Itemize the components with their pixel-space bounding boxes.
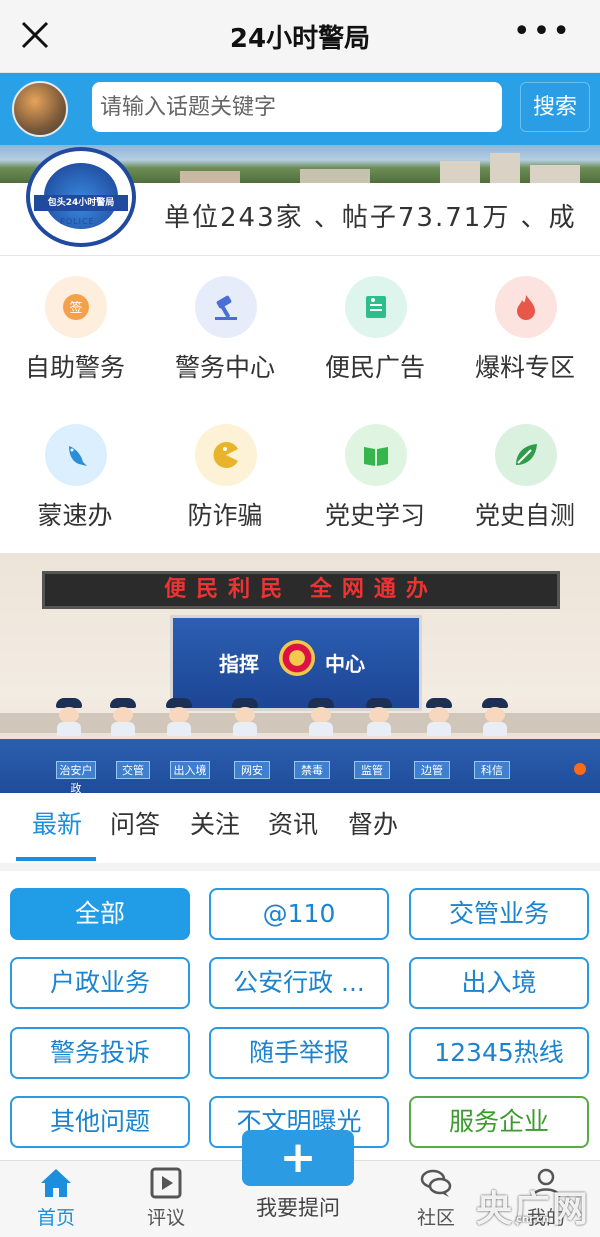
logo-sub: POLICE (60, 217, 95, 226)
sign-badge-icon: 签 (45, 276, 107, 338)
command-center-banner[interactable]: 便民利民 全网通办 指挥 中心 治安户政 交管 出入境 网安 禁毒 监管 边管 … (0, 553, 600, 793)
service-row-1: 签 自助警务 警务中心 便民广告 爆料专区 (0, 276, 600, 396)
officer-figure (424, 698, 454, 738)
title-bar: 24小时警局 ••• (0, 0, 600, 73)
active-tab-indicator (16, 857, 96, 861)
desk-tag: 网安 (234, 761, 270, 779)
desk-tag: 禁毒 (294, 761, 330, 779)
service-police-center[interactable]: 警务中心 (150, 276, 300, 396)
officer-figure (164, 698, 194, 738)
desk-tag: 交管 (116, 761, 150, 779)
stats-banner: 包头24小时警局 POLICE 单位243家 、帖子73.71万 、成 (0, 145, 600, 256)
category-entry-exit[interactable]: 出入境 (409, 957, 589, 1009)
service-label: 蒙速办 (37, 501, 113, 530)
officer-figure (306, 698, 336, 738)
divider (0, 863, 600, 871)
notice-board-icon (345, 276, 407, 338)
service-convenience-ads[interactable]: 便民广告 (300, 276, 450, 396)
tab-supervise[interactable]: 督办 (348, 805, 398, 841)
nav-review[interactable]: 评议 (126, 1161, 206, 1237)
service-label: 警务中心 (174, 353, 275, 382)
pacman-icon (195, 424, 257, 486)
officer-figure (108, 698, 138, 738)
service-tip-off[interactable]: 爆料专区 (450, 276, 600, 396)
category-enterprise[interactable]: 服务企业 (409, 1096, 589, 1148)
leaf-icon (495, 424, 557, 486)
more-icon[interactable]: ••• (513, 17, 572, 47)
category-traffic[interactable]: 交管业务 (409, 888, 589, 940)
carousel-indicator[interactable] (574, 763, 586, 775)
category-admin[interactable]: 公安行政 ... (209, 957, 389, 1009)
service-mengsuban[interactable]: 蒙速办 (0, 424, 150, 544)
bird-icon (45, 424, 107, 486)
service-label: 防诈骗 (187, 501, 263, 530)
officer-figure (480, 698, 510, 738)
service-label: 便民广告 (324, 353, 425, 382)
tab-latest[interactable]: 最新 (32, 805, 82, 841)
category-complaint[interactable]: 警务投诉 (10, 1027, 190, 1079)
desk-tag: 治安户政 (56, 761, 96, 793)
tab-follow[interactable]: 关注 (190, 805, 240, 841)
officer-figure (230, 698, 260, 738)
ask-question-button[interactable]: + (242, 1130, 354, 1186)
desk-tag: 边管 (414, 761, 450, 779)
nav-community[interactable]: 社区 (396, 1161, 476, 1237)
category-report[interactable]: 随手举报 (209, 1027, 389, 1079)
service-row-2: 蒙速办 防诈骗 党史学习 党史自测 (0, 424, 600, 544)
nav-home[interactable]: 首页 (16, 1161, 96, 1237)
police-logo: 包头24小时警局 POLICE (26, 147, 136, 247)
stats-ticker: 单位243家 、帖子73.71万 、成 (164, 203, 577, 233)
book-icon (345, 424, 407, 486)
search-input[interactable] (92, 82, 502, 132)
search-button[interactable]: 搜索 (520, 82, 590, 132)
desk-tag: 监管 (354, 761, 390, 779)
led-slogan: 便民利民 全网通办 (42, 571, 560, 609)
screen-text-left: 指挥 (219, 652, 259, 676)
play-square-icon (150, 1167, 182, 1199)
avatar[interactable] (12, 81, 68, 137)
flame-icon (495, 276, 557, 338)
service-label: 党史学习 (324, 501, 425, 530)
plus-icon: + (279, 1132, 317, 1183)
category-other[interactable]: 其他问题 (10, 1096, 190, 1148)
chat-bubbles-icon (420, 1169, 452, 1197)
watermark: 央广网 cnr.cn (476, 1180, 600, 1236)
home-icon (41, 1169, 71, 1197)
desk-tag: 出入境 (170, 761, 210, 779)
svg-text:签: 签 (69, 300, 82, 316)
desk-tag: 科信 (474, 761, 510, 779)
logo-text: 包头24小时警局 (34, 195, 128, 211)
police-emblem-icon (279, 640, 315, 676)
ask-question-label[interactable]: 我要提问 (230, 1192, 366, 1222)
command-screen: 指挥 中心 (170, 615, 422, 711)
desk-panel (0, 713, 600, 733)
officer-figure (54, 698, 84, 738)
search-bar: 搜索 (0, 73, 600, 145)
service-self-police[interactable]: 签 自助警务 (0, 276, 150, 396)
service-party-history-test[interactable]: 党史自测 (450, 424, 600, 544)
window-title: 24小时警局 (229, 24, 371, 54)
nav-label: 评议 (146, 1207, 185, 1229)
service-label: 自助警务 (24, 353, 125, 382)
screen-text-right: 中心 (325, 652, 365, 676)
category-12345[interactable]: 12345热线 (409, 1027, 589, 1079)
category-all[interactable]: 全部 (10, 888, 190, 940)
category-110[interactable]: @110 (209, 888, 389, 940)
service-label: 爆料专区 (474, 353, 575, 382)
nav-label: 社区 (416, 1207, 455, 1229)
feed-tabs: 最新 问答 关注 资讯 督办 (0, 793, 600, 871)
service-anti-fraud[interactable]: 防诈骗 (150, 424, 300, 544)
category-household[interactable]: 户政业务 (10, 957, 190, 1009)
watermark-sub: cnr.cn (516, 1214, 550, 1225)
service-label: 党史自测 (474, 501, 575, 530)
nav-label: 首页 (36, 1207, 75, 1229)
gavel-icon (195, 276, 257, 338)
officer-figure (364, 698, 394, 738)
tab-qa[interactable]: 问答 (110, 805, 160, 841)
service-party-history-study[interactable]: 党史学习 (300, 424, 450, 544)
tab-news[interactable]: 资讯 (268, 805, 318, 841)
